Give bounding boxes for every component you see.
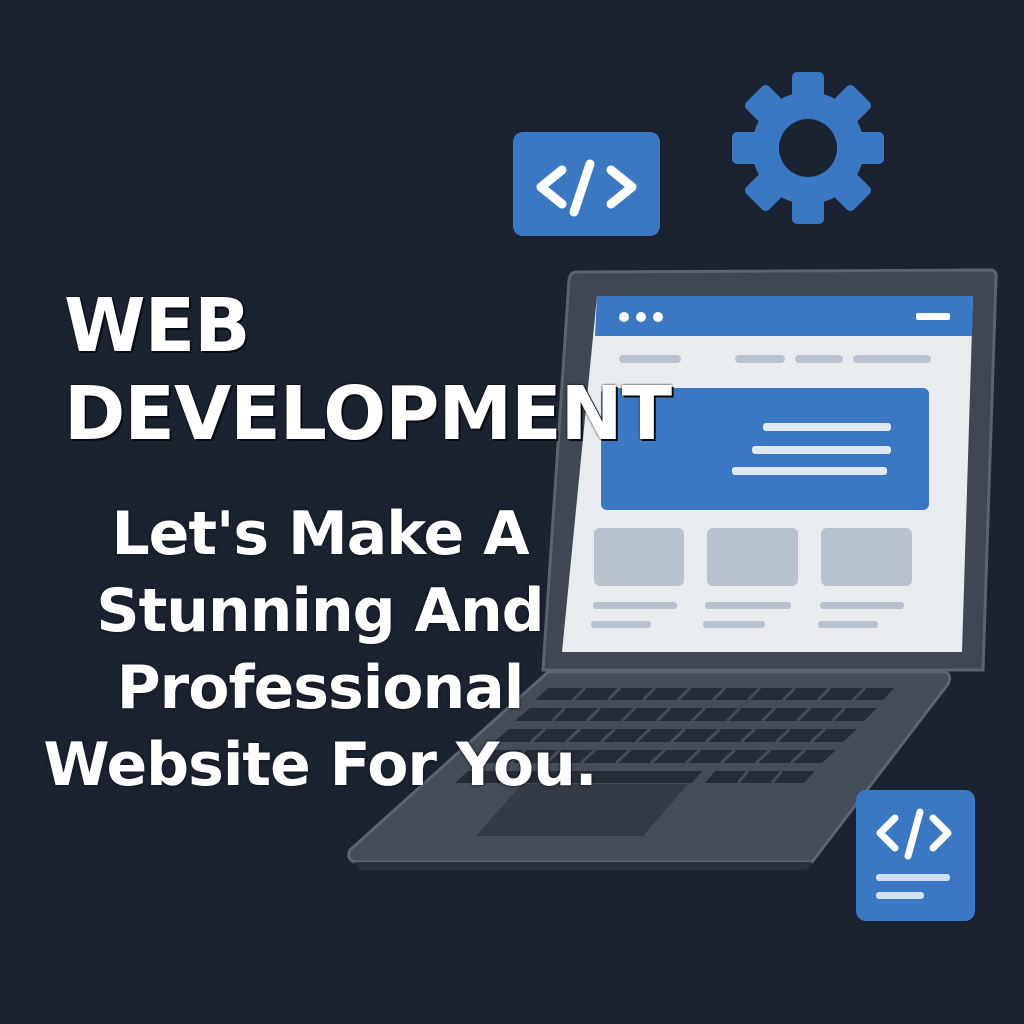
menu-icon [916, 313, 950, 320]
content-card [707, 528, 798, 586]
headline-line-1: WEB [64, 283, 251, 369]
code-document-icon [856, 790, 975, 921]
headline: WEB DEVELOPMENT [64, 282, 672, 458]
banner: WEB DEVELOPMENT Let's Make A Stunning An… [0, 0, 1024, 1024]
content-card [821, 528, 912, 586]
tagline-line-1: Let's Make A [111, 499, 529, 569]
tagline-line-3: Professional [116, 653, 525, 723]
tagline: Let's Make A Stunning And Professional W… [30, 496, 610, 804]
tagline-line-2: Stunning And [96, 576, 544, 646]
headline-line-2: DEVELOPMENT [64, 371, 672, 457]
code-brackets-icon [513, 132, 660, 236]
gear-icon [732, 72, 884, 224]
tagline-line-4: Website For You. [43, 730, 597, 800]
